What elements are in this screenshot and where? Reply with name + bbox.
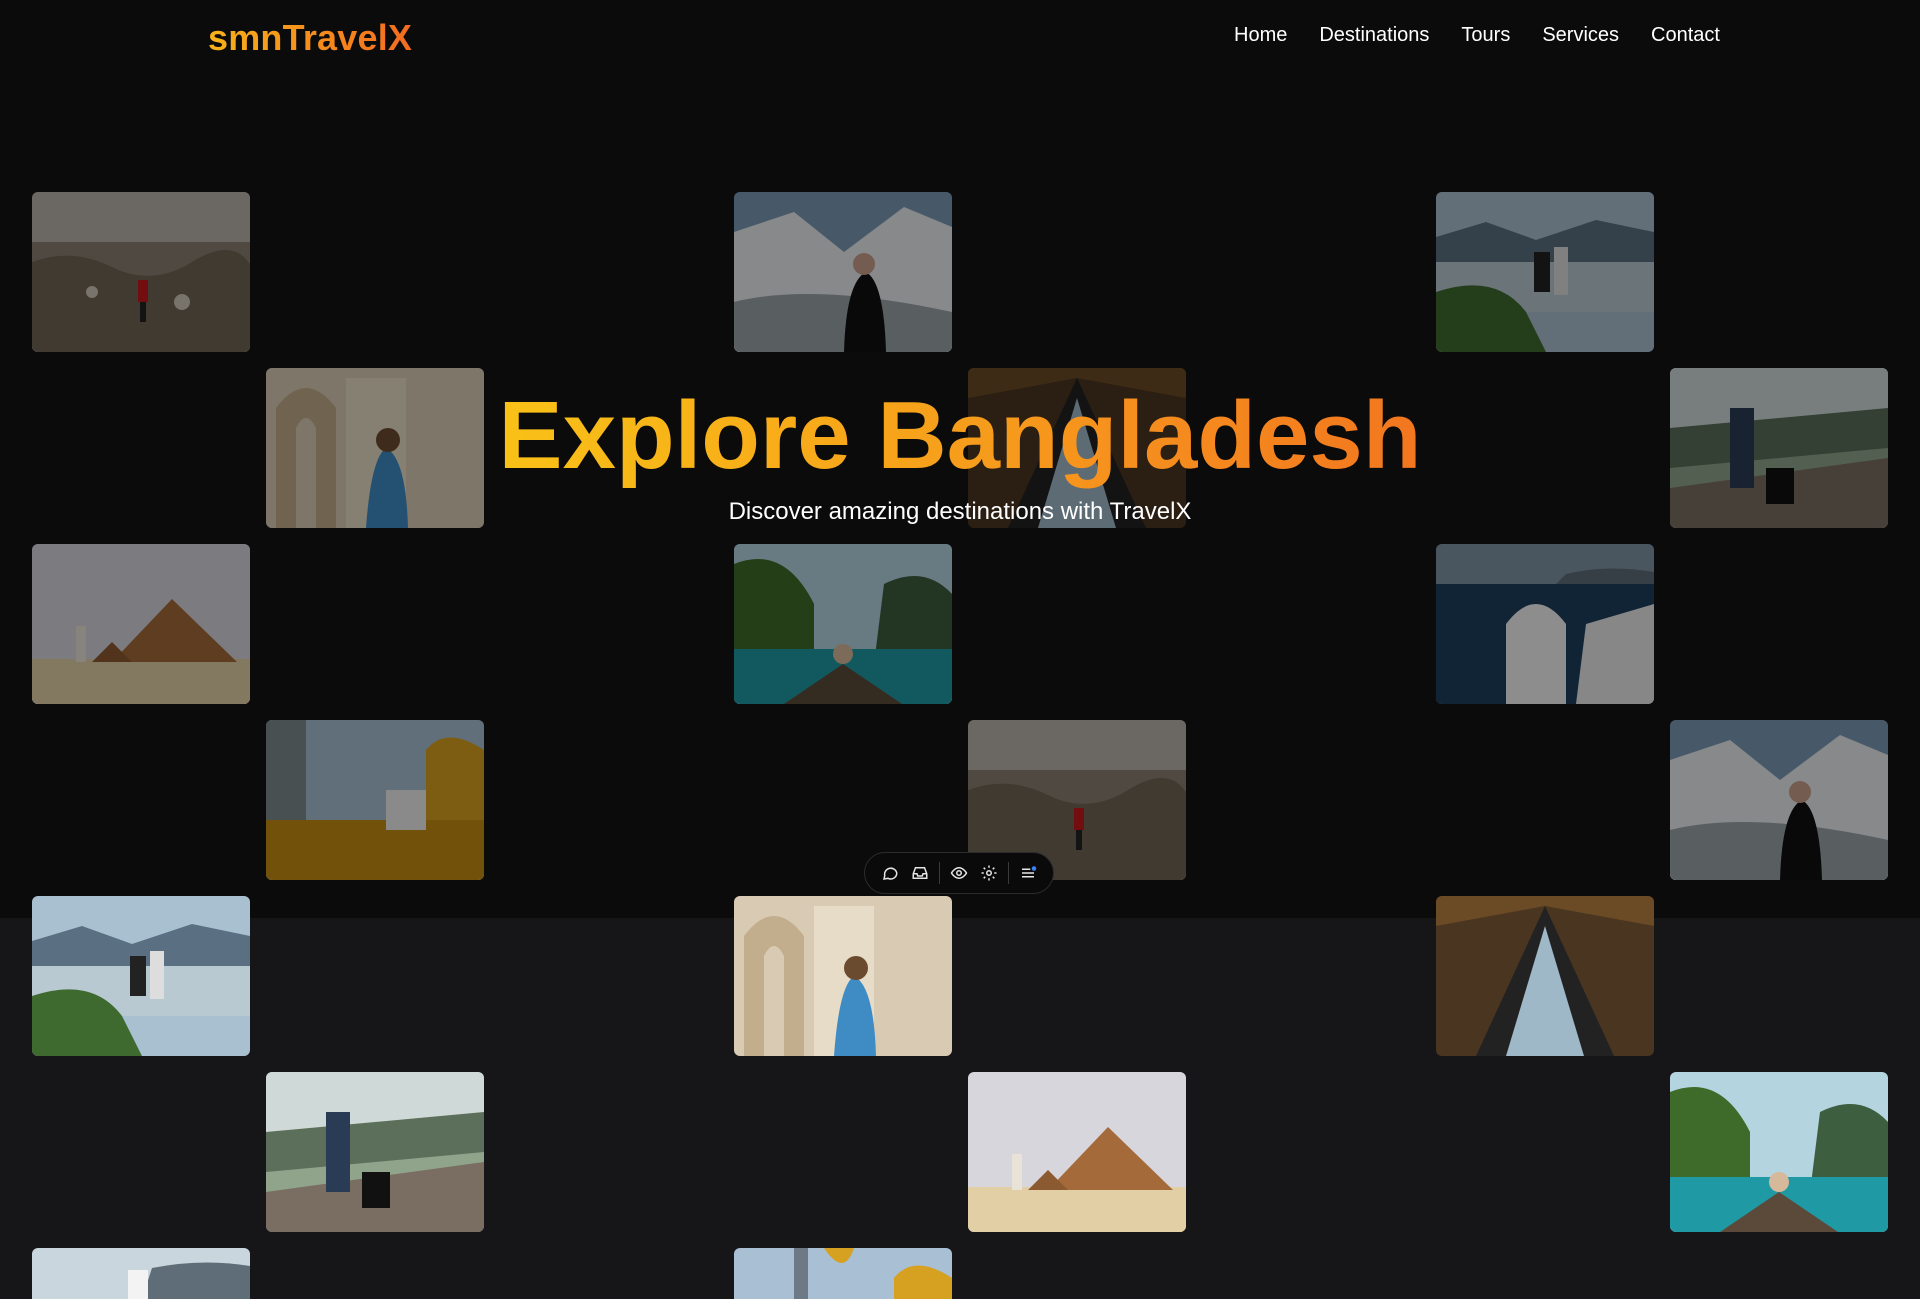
photo-santorini-2 — [32, 1248, 250, 1299]
toolbar-separator — [939, 862, 940, 884]
settings-icon[interactable] — [974, 857, 1004, 889]
photo-arches-2 — [734, 896, 952, 1056]
nav-tours[interactable]: Tours — [1461, 24, 1510, 47]
hero-title-text: Explore Bangladesh — [498, 382, 1422, 489]
menu-icon[interactable] — [1013, 857, 1043, 889]
nav-contact[interactable]: Contact — [1651, 24, 1720, 47]
photo-pyramid-2 — [968, 1072, 1186, 1232]
photo-snow-valley — [734, 192, 952, 352]
nav-links: Home Destinations Tours Services Contact — [1234, 24, 1720, 47]
photo-santorini — [1436, 544, 1654, 704]
photo-boat-lagoon-2 — [1670, 1072, 1888, 1232]
floating-toolbar — [864, 852, 1054, 894]
nav-home[interactable]: Home — [1234, 24, 1287, 47]
photo-cappadocia — [32, 192, 250, 352]
photo-tent-2 — [1436, 896, 1654, 1056]
photo-boat-lagoon — [734, 544, 952, 704]
eye-icon[interactable] — [944, 857, 974, 889]
nav-services[interactable]: Services — [1542, 24, 1619, 47]
photo-lake-hikers — [1436, 192, 1654, 352]
photo-train-station-2 — [266, 1072, 484, 1232]
page: smnTravelX Home Destinations Tours Servi… — [0, 0, 1920, 1299]
photo-yellow-palace-2 — [734, 1248, 952, 1299]
hero-subtitle: Discover amazing destinations with Trave… — [728, 498, 1192, 525]
nav-destinations[interactable]: Destinations — [1319, 24, 1429, 47]
comment-icon[interactable] — [875, 857, 905, 889]
photo-snow-valley-2 — [1670, 720, 1888, 880]
logo[interactable]: smnTravelX — [208, 17, 412, 59]
toolbar-separator — [1008, 862, 1009, 884]
hero-title: Explore Bangladesh — [0, 388, 1920, 484]
navbar: smnTravelX Home Destinations Tours Servi… — [0, 0, 1920, 80]
photo-yellow-palace — [266, 720, 484, 880]
inbox-icon[interactable] — [905, 857, 935, 889]
photo-lake-hikers-2 — [32, 896, 250, 1056]
photo-pyramid — [32, 544, 250, 704]
